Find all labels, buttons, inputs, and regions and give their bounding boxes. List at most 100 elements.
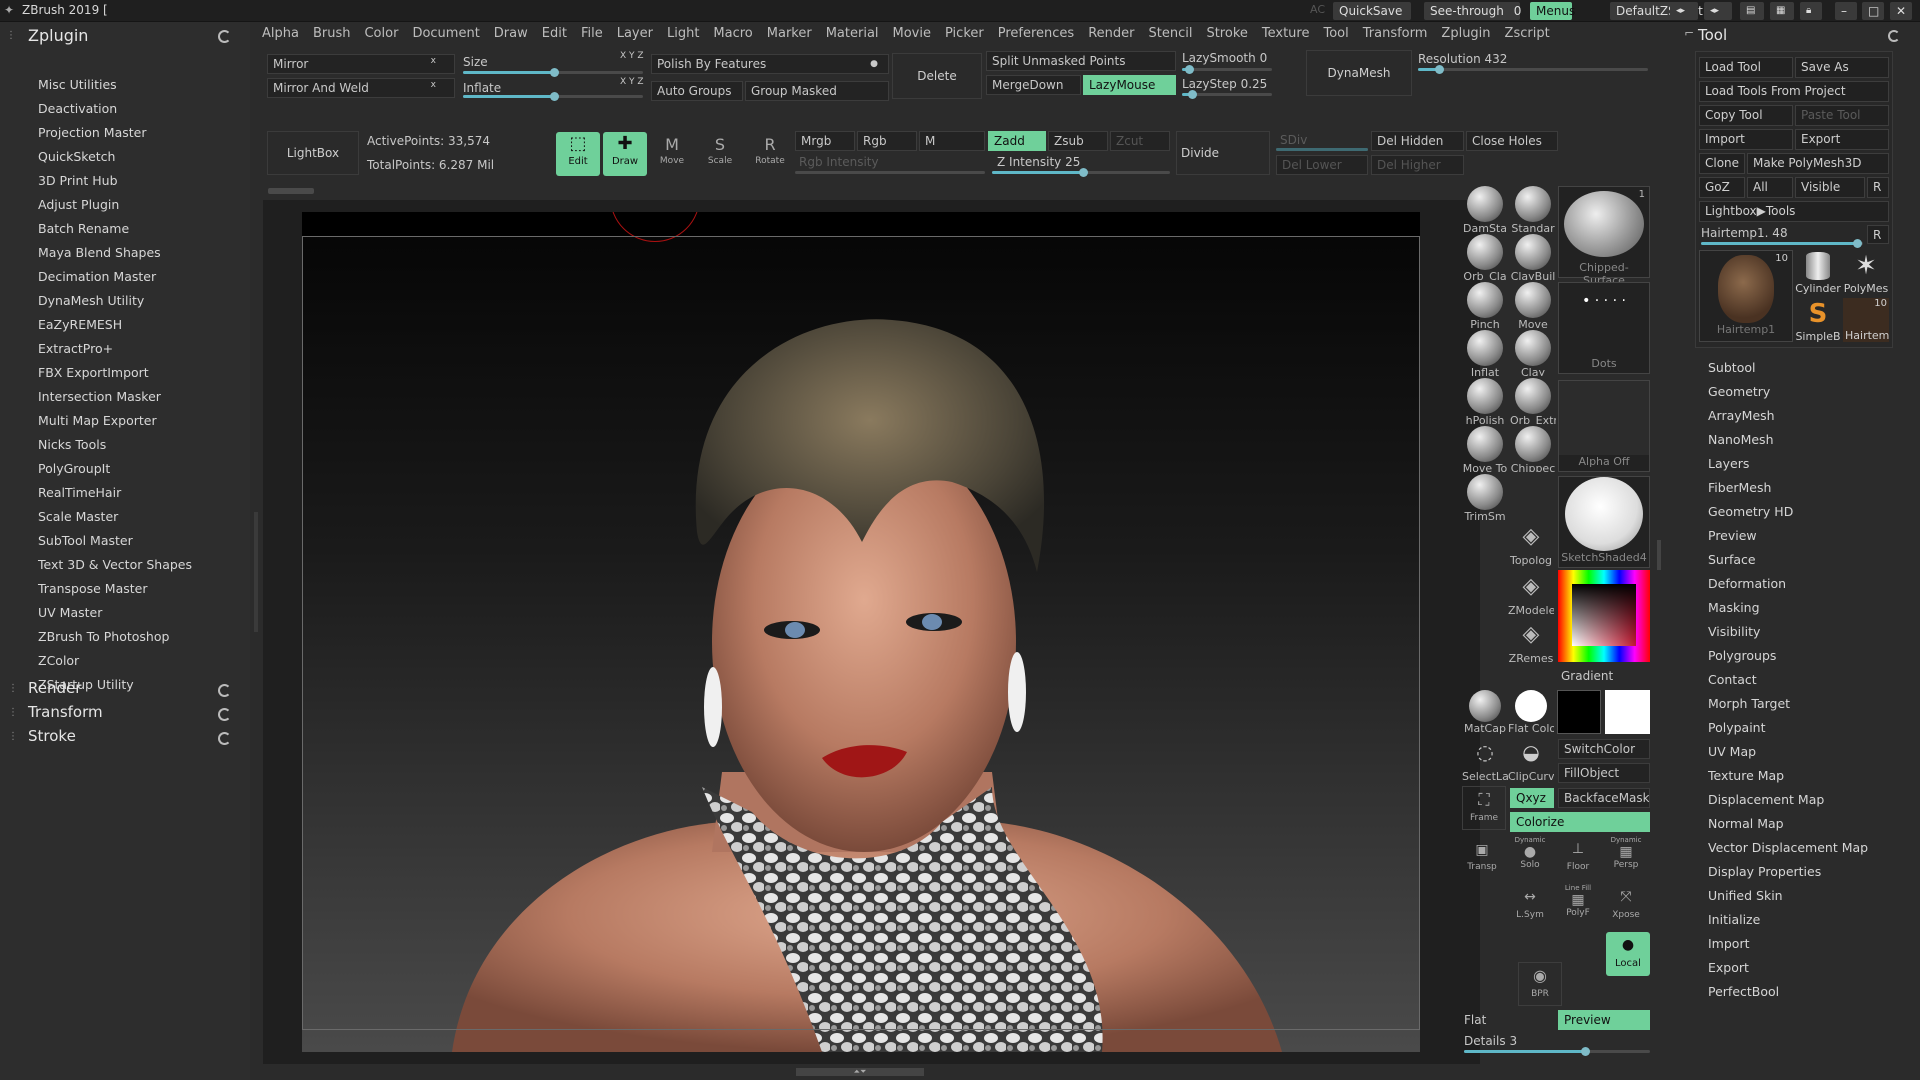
zcut-button[interactable]: Zcut [1110, 131, 1170, 151]
rgb-intensity-label[interactable]: Rgb Intensity [799, 155, 879, 169]
menu-zplugin[interactable]: Zplugin [1441, 26, 1490, 41]
tool-pin-icon[interactable]: ⌐ [1684, 26, 1694, 40]
visible-button[interactable]: Visible [1795, 177, 1865, 198]
menu-render[interactable]: Render [1088, 26, 1134, 41]
size-xyz[interactable]: X Y Z [620, 51, 644, 61]
frame-button[interactable]: ⛶ Frame [1462, 786, 1506, 830]
viewport-bottom-handle-icon[interactable]: ⏶⏷ [796, 1068, 924, 1076]
plugin-item[interactable]: ZColor [38, 653, 79, 668]
z-intensity-track[interactable] [992, 168, 1170, 177]
plugin-item[interactable]: Nicks Tools [38, 437, 106, 452]
current-tool-slider[interactable]: Hairtemp1. 48 [1701, 226, 1788, 240]
m-button[interactable]: M [919, 131, 985, 151]
subpalette-layers[interactable]: Layers [1708, 456, 1749, 471]
subpalette-geometry[interactable]: Geometry [1708, 384, 1770, 399]
menu-material[interactable]: Material [826, 26, 879, 41]
subpalette-perfectbool[interactable]: PerfectBool [1708, 984, 1779, 999]
rotate-button[interactable]: R Rotate [750, 134, 790, 174]
plugin-item[interactable]: Deactivation [38, 101, 117, 116]
brush-clay[interactable]: Clay [1510, 330, 1556, 376]
current-tool-r-button[interactable]: R [1867, 225, 1889, 244]
split-unmasked-button[interactable]: Split Unmasked Points [986, 51, 1176, 71]
move-button[interactable]: M Move [652, 134, 692, 174]
make-polymesh-button[interactable]: Make PolyMesh3D [1747, 153, 1889, 174]
persp-button[interactable]: Dynamic ▦ Persp [1606, 836, 1646, 876]
shelf-scroll-handle[interactable] [1657, 540, 1661, 570]
delete-button[interactable]: Delete [892, 53, 982, 99]
z-intensity-slider[interactable]: Z Intensity 25 [997, 155, 1080, 169]
del-higher-button[interactable]: Del Higher [1371, 155, 1464, 175]
lazystep-track[interactable] [1182, 90, 1272, 99]
tool-thumb-hairtemp-small[interactable]: 10 Hairtem [1843, 298, 1889, 342]
quicksave-button[interactable]: QuickSave [1333, 2, 1411, 20]
preview-button[interactable]: Preview [1558, 1010, 1650, 1030]
goz-button[interactable]: GoZ [1699, 177, 1745, 198]
menu-zscript[interactable]: Zscript [1505, 26, 1550, 41]
subpalette-initialize[interactable]: Initialize [1708, 912, 1760, 927]
subpalette-unified-skin[interactable]: Unified Skin [1708, 888, 1783, 903]
section-transform[interactable]: Transform [28, 703, 103, 721]
lightbox-button[interactable]: LightBox [267, 131, 359, 175]
brush-inflat[interactable]: Inflat [1462, 330, 1508, 376]
rgb-intensity-track[interactable] [795, 171, 985, 174]
gradient-label[interactable]: Gradient [1561, 669, 1613, 683]
brush-claybuil[interactable]: ClayBuil [1510, 234, 1556, 280]
menu-preferences[interactable]: Preferences [998, 26, 1074, 41]
toolbar-scroll-handle[interactable] [268, 188, 314, 194]
zmodeler-button[interactable]: ◈ ZModele [1508, 574, 1554, 620]
ui-icon[interactable]: ▦ [1770, 2, 1794, 20]
select-lasso-button[interactable]: ◌ SelectLa [1462, 740, 1508, 786]
del-hidden-button[interactable]: Del Hidden [1371, 131, 1464, 151]
plugin-item[interactable]: PolyGroupIt [38, 461, 110, 476]
menu-texture[interactable]: Texture [1262, 26, 1310, 41]
lazysmooth-track[interactable] [1182, 65, 1272, 74]
subpalette-surface[interactable]: Surface [1708, 552, 1756, 567]
switch-color-button[interactable]: SwitchColor [1558, 739, 1650, 759]
refresh-icon[interactable] [218, 708, 231, 721]
export-button[interactable]: Export [1795, 129, 1889, 150]
clip-curve-button[interactable]: ◒ ClipCurv [1508, 740, 1554, 786]
auto-groups-button[interactable]: Auto Groups [651, 81, 743, 101]
lock-icon[interactable]: 🔒︎ [1800, 2, 1822, 20]
solo-button[interactable]: Dynamic ● Solo [1510, 836, 1550, 876]
refresh-icon[interactable] [218, 30, 231, 43]
plugin-item[interactable]: Intersection Masker [38, 389, 161, 404]
secondary-color-swatch[interactable] [1557, 690, 1601, 734]
menu-marker[interactable]: Marker [767, 26, 812, 41]
current-tool-track[interactable] [1701, 239, 1863, 248]
close-icon[interactable]: ✕ [1890, 2, 1912, 20]
plugin-item[interactable]: Adjust Plugin [38, 197, 119, 212]
menu-document[interactable]: Document [412, 26, 479, 41]
main-color-swatch[interactable] [1605, 690, 1650, 734]
plugin-item[interactable]: Transpose Master [38, 581, 147, 596]
brush-moveto[interactable]: Move To [1462, 426, 1508, 472]
transp-button[interactable]: ▣ Transp [1462, 838, 1502, 878]
mirror-button[interactable]: Mirror x [267, 54, 455, 74]
plugin-item[interactable]: UV Master [38, 605, 102, 620]
brush-damsta[interactable]: DamSta [1462, 186, 1508, 232]
menu-movie[interactable]: Movie [893, 26, 931, 41]
menu-picker[interactable]: Picker [945, 26, 984, 41]
alpha-thumb[interactable]: Alpha Off [1558, 380, 1650, 472]
plugin-item[interactable]: DynaMesh Utility [38, 293, 144, 308]
plugin-item[interactable]: Decimation Master [38, 269, 156, 284]
details-slider[interactable]: Details 3 [1464, 1034, 1517, 1048]
menu-edit[interactable]: Edit [542, 26, 567, 41]
lightbox-tools-button[interactable]: Lightbox▶Tools [1699, 201, 1889, 222]
subpalette-polypaint[interactable]: Polypaint [1708, 720, 1766, 735]
subpalette-contact[interactable]: Contact [1708, 672, 1757, 687]
color-picker-square[interactable] [1572, 584, 1636, 646]
chipped-surface-thumb[interactable]: Chipped-Surface 1 [1558, 186, 1650, 287]
plugin-item[interactable]: 3D Print Hub [38, 173, 118, 188]
menu-color[interactable]: Color [364, 26, 398, 41]
inflate-xyz[interactable]: X Y Z [620, 77, 644, 87]
load-tool-button[interactable]: Load Tool [1699, 57, 1793, 78]
panel-scrollbar[interactable] [254, 512, 258, 632]
zadd-button[interactable]: Zadd [988, 131, 1046, 151]
section-stroke[interactable]: Stroke [28, 727, 76, 745]
menu-draw[interactable]: Draw [494, 26, 528, 41]
menu-layer[interactable]: Layer [617, 26, 653, 41]
goz-r-button[interactable]: R [1867, 177, 1889, 198]
brush-orbextr[interactable]: Orb_Extr [1510, 378, 1556, 424]
clone-button[interactable]: Clone [1699, 153, 1745, 174]
